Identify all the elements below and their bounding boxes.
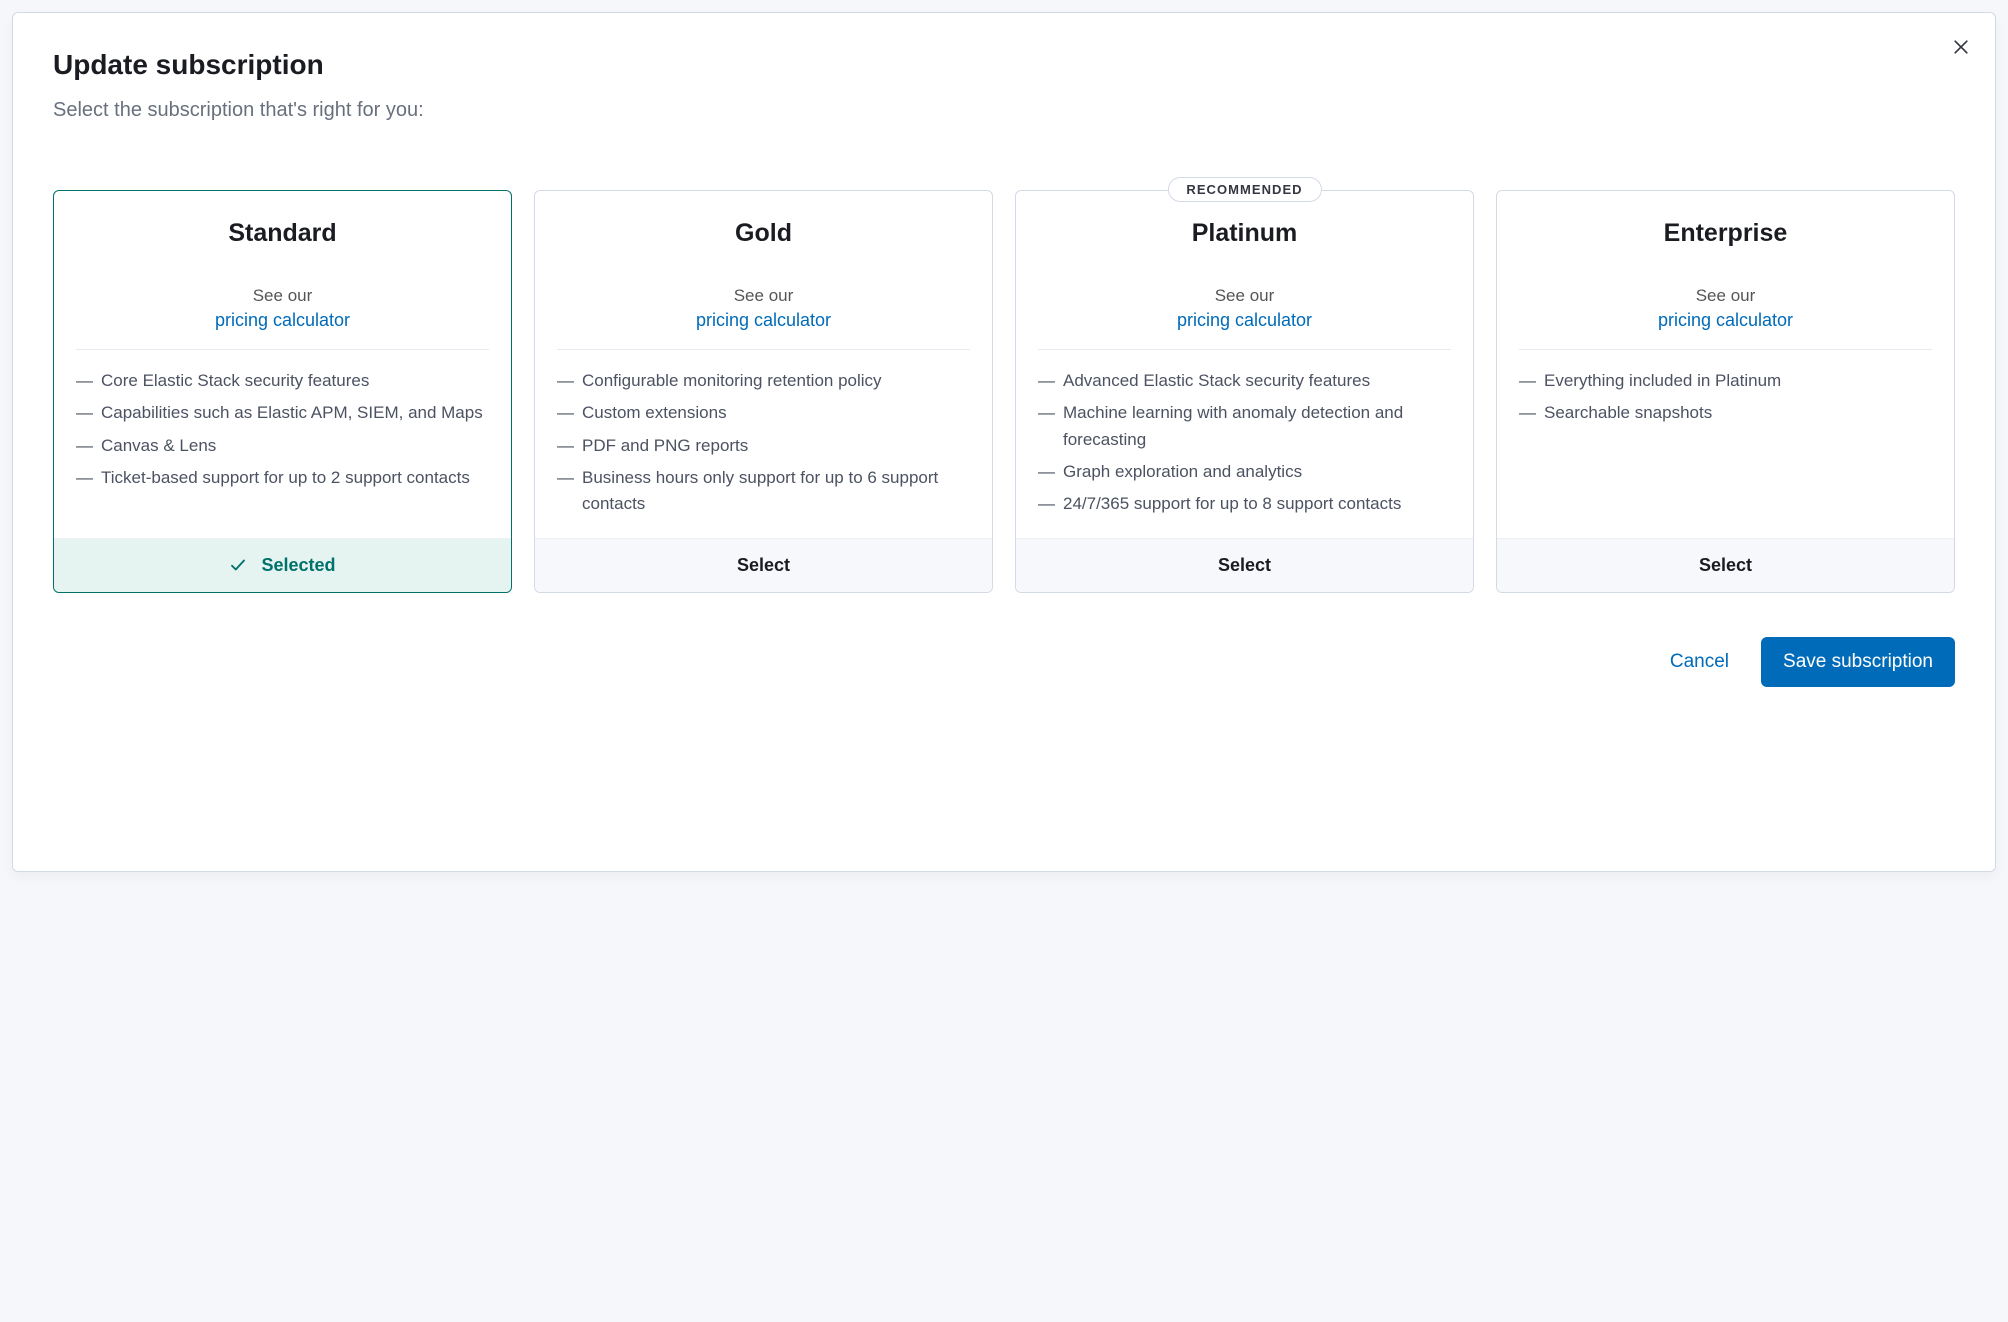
dash-icon: — [1038, 368, 1055, 394]
pricing-calculator-link[interactable]: pricing calculator [1038, 310, 1451, 331]
feature-text: 24/7/365 support for up to 8 support con… [1063, 491, 1401, 517]
pricing-calculator-link[interactable]: pricing calculator [557, 310, 970, 331]
dash-icon: — [1038, 459, 1055, 485]
feature-text: Canvas & Lens [101, 433, 216, 459]
tier-name: Platinum [1038, 219, 1451, 248]
feature-list: — Everything included in Platinum — Searcha… [1519, 368, 1932, 427]
see-our-text: See our [1519, 286, 1932, 306]
tier-card-body: Enterprise See our pricing calculator — Ever… [1497, 191, 1954, 538]
dash-icon: — [1038, 491, 1055, 517]
feature-item: — Canvas & Lens [76, 433, 489, 459]
divider [557, 349, 970, 350]
modal-actions: Cancel Save subscription [53, 637, 1955, 687]
modal-subtitle: Select the subscription that's right for… [53, 99, 1955, 122]
tier-card-body: Standard See our pricing calculator — Core E… [54, 191, 511, 538]
see-our-text: See our [557, 286, 970, 306]
dash-icon: — [1519, 400, 1536, 426]
tier-name: Standard [76, 219, 489, 248]
feature-item: —Business hours only support for up to 6… [557, 465, 970, 518]
feature-text: Configurable monitoring retention policy [582, 368, 882, 394]
feature-item: —Machine learning with anomaly detection… [1038, 400, 1451, 453]
feature-item: — PDF and PNG reports [557, 433, 970, 459]
see-our-text: See our [1038, 286, 1451, 306]
dash-icon: — [76, 400, 93, 426]
selected-label: Selected [261, 555, 335, 576]
feature-item: — Everything included in Platinum [1519, 368, 1932, 394]
close-button[interactable] [1945, 31, 1977, 66]
dash-icon: — [1519, 368, 1536, 394]
feature-item: — 24/7/365 support for up to 8 support co… [1038, 491, 1451, 517]
cancel-button[interactable]: Cancel [1670, 651, 1729, 673]
dash-icon: — [557, 400, 574, 426]
check-icon [229, 556, 247, 574]
feature-item: — Searchable snapshots [1519, 400, 1932, 426]
dash-icon: — [1038, 400, 1055, 453]
feature-item: — Capabilities such as Elastic APM, SIEM,… [76, 400, 489, 426]
feature-text: Ticket-based support for up to 2 support… [101, 465, 470, 491]
feature-text: Everything included in Platinum [1544, 368, 1781, 394]
dash-icon: — [76, 465, 93, 491]
select-button[interactable]: Select [535, 538, 992, 592]
feature-item: — Ticket-based support for up to 2 suppor… [76, 465, 489, 491]
tier-card-enterprise: Enterprise See our pricing calculator — Ever… [1496, 190, 1955, 593]
see-our-text: See our [76, 286, 489, 306]
feature-text: Advanced Elastic Stack security features [1063, 368, 1370, 394]
divider [1519, 349, 1932, 350]
pricing-calculator-link[interactable]: pricing calculator [76, 310, 489, 331]
tier-name: Gold [557, 219, 970, 248]
selected-indicator[interactable]: Selected [54, 538, 511, 592]
tier-card-standard: Standard See our pricing calculator — Core E… [53, 190, 512, 593]
feature-text: Machine learning with anomaly detection … [1063, 400, 1451, 453]
tier-card-gold: Gold See our pricing calculator — Configurab… [534, 190, 993, 593]
feature-item: — Core Elastic Stack security features [76, 368, 489, 394]
dash-icon: — [76, 433, 93, 459]
update-subscription-modal: Update subscription Select the subscript… [12, 12, 1996, 872]
tier-card-body: Gold See our pricing calculator — Configurab… [535, 191, 992, 538]
dash-icon: — [557, 465, 574, 518]
feature-text: Core Elastic Stack security features [101, 368, 369, 394]
feature-text: Custom extensions [582, 400, 727, 426]
subscription-tiers: Standard See our pricing calculator — Core E… [53, 190, 1955, 593]
divider [76, 349, 489, 350]
modal-title: Update subscription [53, 49, 1955, 81]
feature-text: Business hours only support for up to 6 … [582, 465, 970, 518]
pricing-calculator-link[interactable]: pricing calculator [1519, 310, 1932, 331]
feature-list: — Core Elastic Stack security features — Ca… [76, 368, 489, 491]
divider [1038, 349, 1451, 350]
save-subscription-button[interactable]: Save subscription [1761, 637, 1955, 687]
select-button[interactable]: Select [1016, 538, 1473, 592]
tier-name: Enterprise [1519, 219, 1932, 248]
feature-item: — Graph exploration and analytics [1038, 459, 1451, 485]
tier-card-body: Platinum See our pricing calculator — Advanc… [1016, 191, 1473, 538]
feature-item: — Custom extensions [557, 400, 970, 426]
close-icon [1951, 37, 1971, 57]
dash-icon: — [76, 368, 93, 394]
feature-text: Capabilities such as Elastic APM, SIEM, … [101, 400, 483, 426]
feature-list: — Configurable monitoring retention polic… [557, 368, 970, 518]
feature-text: Graph exploration and analytics [1063, 459, 1302, 485]
feature-item: — Advanced Elastic Stack security feature… [1038, 368, 1451, 394]
feature-item: — Configurable monitoring retention polic… [557, 368, 970, 394]
dash-icon: — [557, 433, 574, 459]
feature-text: Searchable snapshots [1544, 400, 1712, 426]
feature-text: PDF and PNG reports [582, 433, 748, 459]
feature-list: — Advanced Elastic Stack security feature… [1038, 368, 1451, 518]
recommended-badge: RECOMMENDED [1167, 177, 1321, 202]
dash-icon: — [557, 368, 574, 394]
select-button[interactable]: Select [1497, 538, 1954, 592]
tier-card-platinum: RECOMMENDEDPlatinumSee ourpricing calcul… [1015, 190, 1474, 593]
